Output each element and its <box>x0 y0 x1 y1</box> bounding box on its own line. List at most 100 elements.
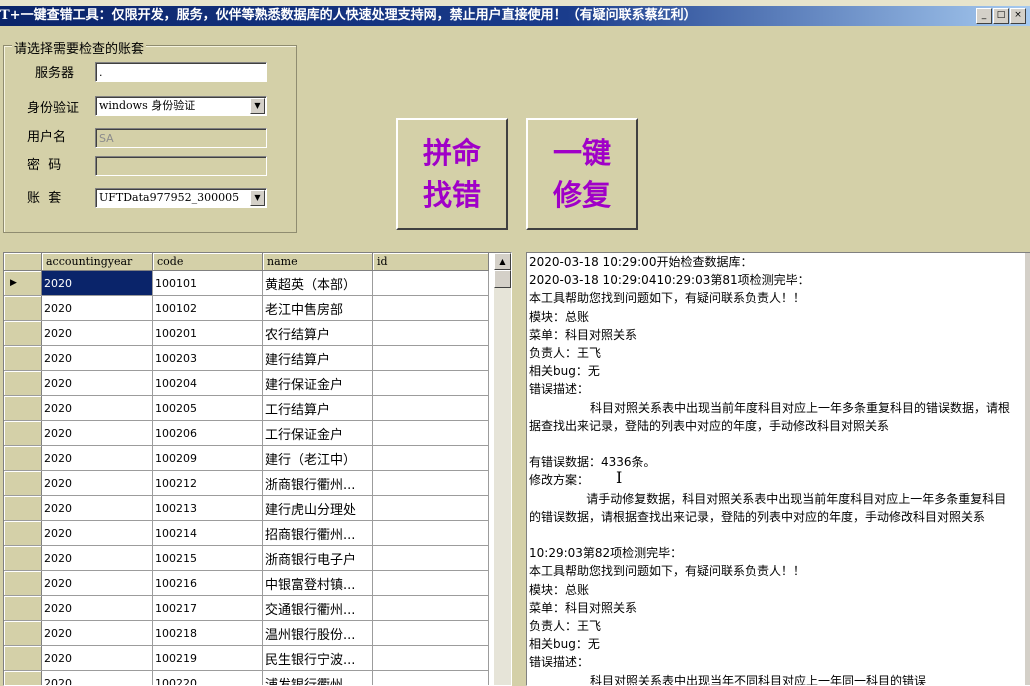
row-indicator[interactable] <box>4 396 42 421</box>
cell-accountingyear[interactable]: 2020 <box>42 596 153 621</box>
cell-name[interactable]: 浙商银行衢州... <box>263 471 373 496</box>
cell-id[interactable] <box>373 546 489 571</box>
cell-code[interactable]: 100206 <box>153 421 263 446</box>
cell-accountingyear[interactable]: 2020 <box>42 496 153 521</box>
grid-vertical-scrollbar[interactable]: ▲ <box>494 253 511 685</box>
table-row[interactable]: 2020100102老江中售房部 <box>4 296 489 321</box>
column-header-id[interactable]: id <box>373 253 489 271</box>
row-indicator[interactable] <box>4 446 42 471</box>
cell-name[interactable]: 招商银行衢州... <box>263 521 373 546</box>
cell-id[interactable] <box>373 521 489 546</box>
cell-accountingyear[interactable]: 2020 <box>42 321 153 346</box>
cell-name[interactable]: 建行结算户 <box>263 346 373 371</box>
server-input[interactable]: . <box>95 62 267 82</box>
close-button[interactable]: × <box>1010 8 1026 24</box>
table-row[interactable]: 2020100217交通银行衢州... <box>4 596 489 621</box>
user-input[interactable]: SA <box>95 128 267 148</box>
row-indicator[interactable] <box>4 371 42 396</box>
cell-code[interactable]: 100102 <box>153 296 263 321</box>
cell-code[interactable]: 100205 <box>153 396 263 421</box>
minimize-button[interactable]: _ <box>976 8 992 24</box>
cell-code[interactable]: 100212 <box>153 471 263 496</box>
cell-name[interactable]: 黄超英（本部） <box>263 271 373 296</box>
cell-id[interactable] <box>373 321 489 346</box>
cell-accountingyear[interactable]: 2020 <box>42 421 153 446</box>
cell-id[interactable] <box>373 596 489 621</box>
cell-id[interactable] <box>373 346 489 371</box>
cell-name[interactable]: 老江中售房部 <box>263 296 373 321</box>
cell-name[interactable]: 浙商银行电子户 <box>263 546 373 571</box>
log-scrollbar[interactable] <box>1025 253 1030 685</box>
cell-accountingyear[interactable]: 2020 <box>42 346 153 371</box>
table-row[interactable]: 2020100203建行结算户 <box>4 346 489 371</box>
row-indicator[interactable] <box>4 346 42 371</box>
table-row[interactable]: 2020100204建行保证金户 <box>4 371 489 396</box>
current-row-indicator-icon[interactable]: ▶ <box>4 271 42 296</box>
cell-accountingyear[interactable]: 2020 <box>42 296 153 321</box>
cell-name[interactable]: 工行结算户 <box>263 396 373 421</box>
password-input[interactable] <box>95 156 267 176</box>
cell-name[interactable]: 工行保证金户 <box>263 421 373 446</box>
cell-code[interactable]: 100219 <box>153 646 263 671</box>
cell-accountingyear[interactable]: 2020 <box>42 271 153 296</box>
cell-code[interactable]: 100213 <box>153 496 263 521</box>
cell-code[interactable]: 100216 <box>153 571 263 596</box>
cell-code[interactable]: 100214 <box>153 521 263 546</box>
table-row[interactable]: 2020100213建行虎山分理处 <box>4 496 489 521</box>
row-indicator[interactable] <box>4 596 42 621</box>
table-row[interactable]: 2020100215浙商银行电子户 <box>4 546 489 571</box>
row-indicator[interactable] <box>4 521 42 546</box>
column-header-name[interactable]: name <box>263 253 373 271</box>
table-row[interactable]: ▶2020100101黄超英（本部） <box>4 271 489 296</box>
cell-accountingyear[interactable]: 2020 <box>42 471 153 496</box>
row-indicator[interactable] <box>4 296 42 321</box>
maximize-button[interactable]: □ <box>993 8 1009 24</box>
table-row[interactable]: 2020100216中银富登村镇... <box>4 571 489 596</box>
table-row[interactable]: 2020100206工行保证金户 <box>4 421 489 446</box>
cell-accountingyear[interactable]: 2020 <box>42 446 153 471</box>
cell-name[interactable]: 中银富登村镇... <box>263 571 373 596</box>
cell-accountingyear[interactable]: 2020 <box>42 571 153 596</box>
cell-code[interactable]: 100204 <box>153 371 263 396</box>
log-output[interactable]: 2020-03-18 10:29:00开始检查数据库： 2020-03-18 1… <box>526 252 1030 686</box>
cell-name[interactable]: 建行保证金户 <box>263 371 373 396</box>
cell-id[interactable] <box>373 646 489 671</box>
window-titlebar[interactable]: T+一键查错工具：仅限开发，服务，伙伴等熟悉数据库的人快速处理支持网，禁止用户直… <box>0 6 1030 26</box>
cell-code[interactable]: 100218 <box>153 621 263 646</box>
row-indicator[interactable] <box>4 421 42 446</box>
table-row[interactable]: 2020100218温州银行股份... <box>4 621 489 646</box>
auth-select[interactable]: windows 身份验证 ▼ <box>95 96 267 116</box>
cell-accountingyear[interactable]: 2020 <box>42 546 153 571</box>
cell-id[interactable] <box>373 446 489 471</box>
cell-code[interactable]: 100215 <box>153 546 263 571</box>
accounts-grid[interactable]: accountingyear code name id ▶2020100101黄… <box>3 252 512 686</box>
row-indicator[interactable] <box>4 646 42 671</box>
row-indicator[interactable] <box>4 321 42 346</box>
column-header-accountingyear[interactable]: accountingyear <box>42 253 153 271</box>
cell-id[interactable] <box>373 621 489 646</box>
table-row[interactable]: 2020100205工行结算户 <box>4 396 489 421</box>
row-indicator[interactable] <box>4 496 42 521</box>
row-indicator[interactable] <box>4 471 42 496</box>
cell-id[interactable] <box>373 371 489 396</box>
row-indicator[interactable] <box>4 546 42 571</box>
cell-id[interactable] <box>373 421 489 446</box>
one-click-fix-button[interactable]: 一键修复 <box>526 118 638 230</box>
cell-name[interactable]: 交通银行衢州... <box>263 596 373 621</box>
cell-name[interactable]: 农行结算户 <box>263 321 373 346</box>
cell-code[interactable]: 100201 <box>153 321 263 346</box>
cell-accountingyear[interactable]: 2020 <box>42 646 153 671</box>
cell-accountingyear[interactable]: 2020 <box>42 371 153 396</box>
cell-name[interactable]: 民生银行宁波... <box>263 646 373 671</box>
cell-code[interactable]: 100203 <box>153 346 263 371</box>
table-row[interactable]: 2020100201农行结算户 <box>4 321 489 346</box>
cell-id[interactable] <box>373 496 489 521</box>
cell-id[interactable] <box>373 271 489 296</box>
chevron-down-icon[interactable]: ▼ <box>250 190 265 206</box>
cell-code[interactable]: 100101 <box>153 271 263 296</box>
cell-accountingyear[interactable]: 2020 <box>42 396 153 421</box>
scroll-thumb[interactable] <box>494 270 511 288</box>
row-indicator[interactable] <box>4 571 42 596</box>
cell-id[interactable] <box>373 571 489 596</box>
account-select[interactable]: UFTData977952_300005 ▼ <box>95 188 267 208</box>
